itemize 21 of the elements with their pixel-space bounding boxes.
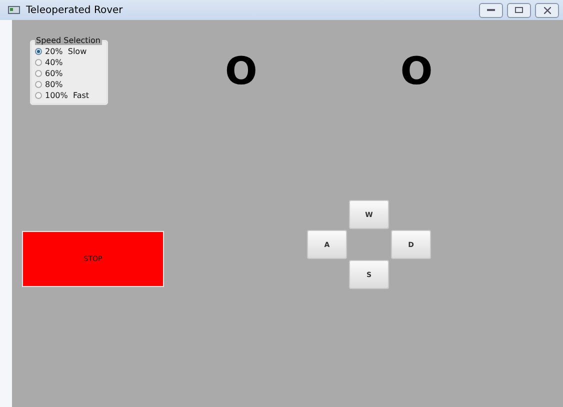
app-icon [8, 6, 20, 14]
radio-button[interactable] [35, 81, 42, 88]
radio-button[interactable] [35, 48, 42, 55]
minimize-icon [487, 8, 495, 12]
group-title: Speed Selection [35, 36, 102, 45]
radio-option[interactable]: 80% [35, 79, 103, 90]
radio-button[interactable] [35, 70, 42, 77]
minimize-button[interactable] [479, 2, 503, 18]
radio-option[interactable]: 60% [35, 68, 103, 79]
window-title: Teleoperated Rover [26, 4, 123, 16]
status-indicator: O [400, 52, 433, 90]
radio-option[interactable]: 100% Fast [35, 90, 103, 101]
maximize-button[interactable] [507, 2, 531, 18]
radio-button[interactable] [35, 59, 42, 66]
radio-option[interactable]: 20% Slow [35, 46, 103, 57]
status-indicator: O [225, 52, 258, 90]
radio-option[interactable]: 40% [35, 57, 103, 68]
close-button[interactable] [535, 2, 559, 18]
maximize-icon [515, 7, 523, 13]
close-icon [544, 6, 550, 14]
radio-button[interactable] [35, 92, 42, 99]
